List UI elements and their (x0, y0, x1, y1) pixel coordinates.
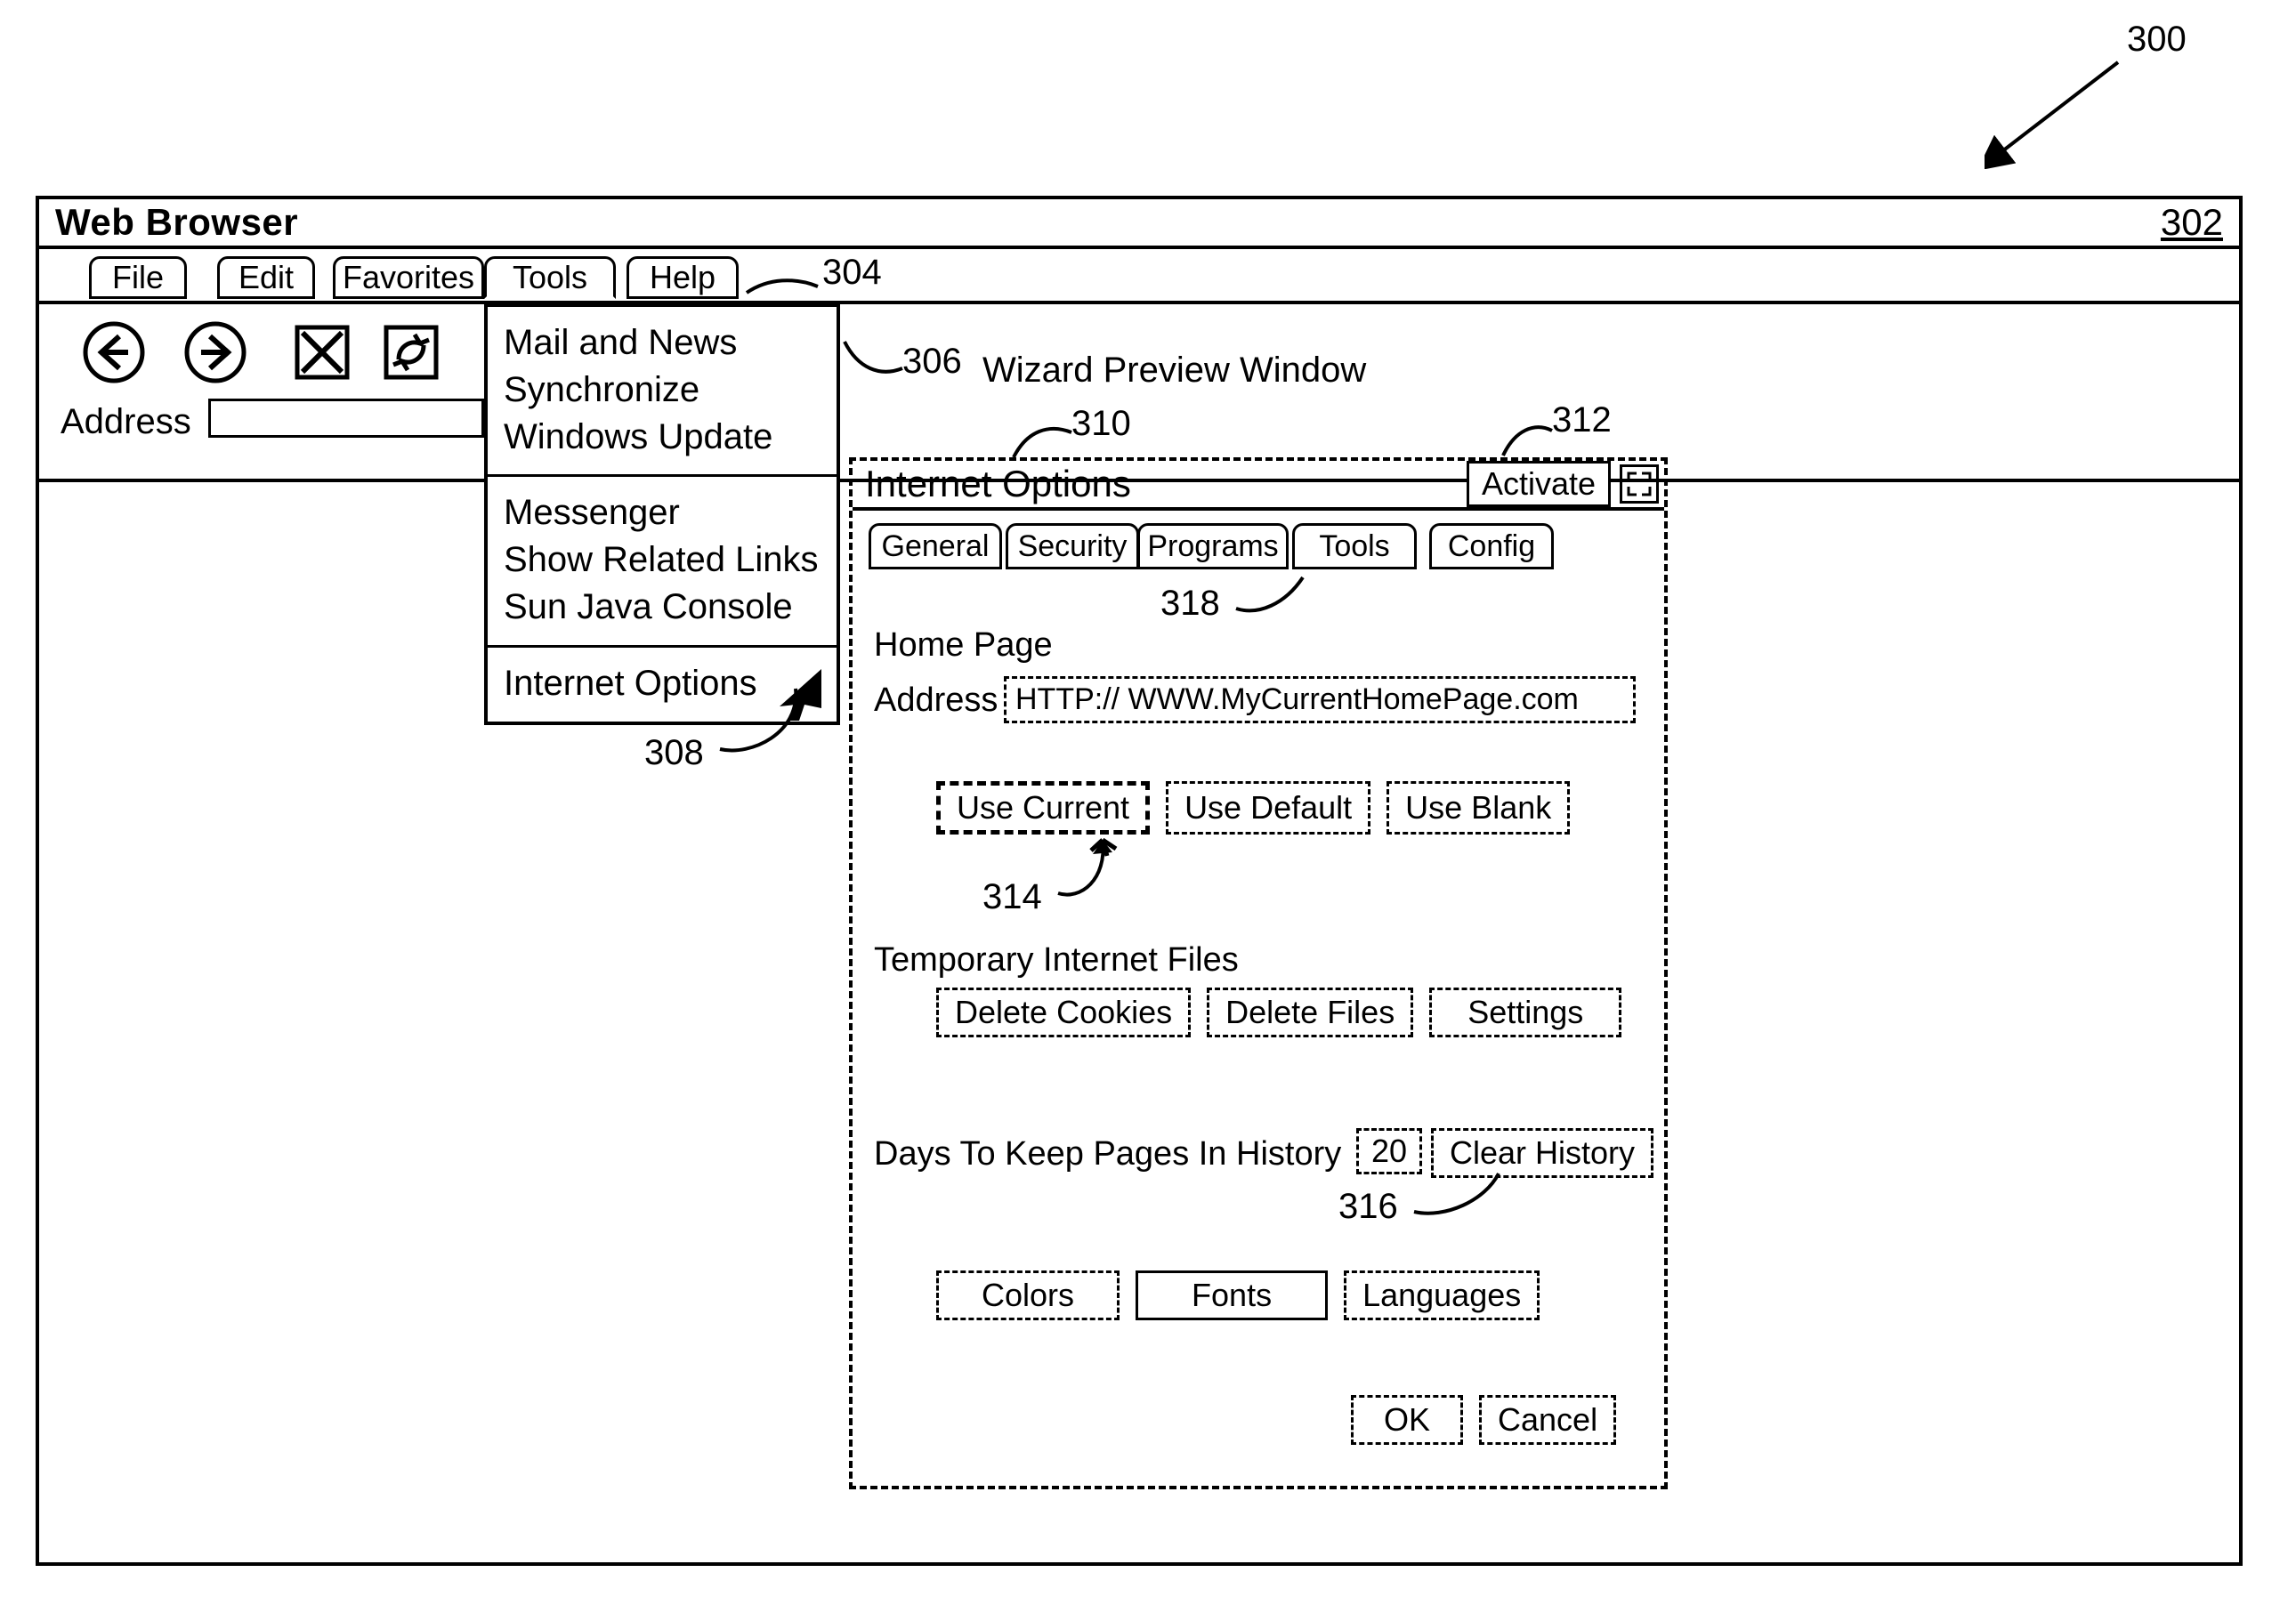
leader-316 (1410, 1169, 1508, 1222)
temp-settings-button[interactable]: Settings (1429, 988, 1621, 1037)
use-blank-button[interactable]: Use Blank (1386, 781, 1570, 835)
callout-308: 308 (644, 733, 704, 773)
use-current-button[interactable]: Use Current (936, 781, 1150, 835)
tab-programs[interactable]: Programs (1137, 523, 1289, 569)
tools-item-related-links[interactable]: Show Related Links (504, 536, 821, 584)
languages-button[interactable]: Languages (1344, 1270, 1540, 1320)
browser-window: Web Browser 302 File Edit Favorites Tool… (36, 196, 2243, 1566)
history-section: Days To Keep Pages In History (874, 1135, 1341, 1173)
tab-config[interactable]: Config (1429, 523, 1554, 569)
tools-item-messenger[interactable]: Messenger (504, 489, 821, 536)
leader-310 (1009, 422, 1080, 466)
stop-icon (290, 320, 354, 384)
expand-button[interactable] (1620, 464, 1659, 504)
fonts-button[interactable]: Fonts (1136, 1270, 1328, 1320)
delete-files-button[interactable]: Delete Files (1207, 988, 1413, 1037)
expand-icon (1626, 471, 1653, 497)
homepage-address-value[interactable]: HTTP:// WWW.MyCurrentHomePage.com (1004, 676, 1636, 723)
callout-300: 300 (2127, 20, 2187, 60)
window-title: Web Browser (55, 201, 298, 244)
delete-cookies-button[interactable]: Delete Cookies (936, 988, 1191, 1037)
tools-item-mail-news[interactable]: Mail and News (504, 319, 821, 367)
title-bar: Web Browser 302 (39, 199, 2239, 249)
history-days-input[interactable]: 20 (1356, 1128, 1422, 1174)
forward-button[interactable] (182, 319, 249, 386)
menu-file[interactable]: File (89, 256, 187, 299)
back-button[interactable] (80, 319, 148, 386)
leader-304 (742, 270, 822, 306)
tab-general[interactable]: General (869, 523, 1002, 569)
address-label: Address (61, 402, 191, 442)
leader-306 (840, 333, 911, 386)
tools-item-java-console[interactable]: Sun Java Console (504, 584, 821, 631)
menu-tools[interactable]: Tools (484, 256, 616, 299)
callout-306: 306 (902, 342, 962, 382)
address-input[interactable] (208, 399, 484, 438)
temp-section: Temporary Internet Files (874, 941, 1239, 980)
colors-button[interactable]: Colors (936, 1270, 1120, 1320)
callout-310: 310 (1071, 404, 1131, 444)
stop-button[interactable] (288, 319, 356, 386)
leader-314 (1054, 831, 1134, 902)
tools-item-windows-update[interactable]: Windows Update (504, 414, 821, 461)
leader-arrow-300 (1985, 53, 2136, 169)
cursor-icon (772, 662, 835, 724)
internet-options-titlebar: Internet Options Activate (853, 461, 1664, 511)
tab-security[interactable]: Security (1006, 523, 1139, 569)
activate-button[interactable]: Activate (1467, 461, 1611, 507)
callout-302: 302 (2161, 201, 2223, 244)
menu-help[interactable]: Help (627, 256, 739, 299)
ok-button[interactable]: OK (1351, 1395, 1463, 1445)
refresh-icon (379, 320, 443, 384)
internet-options-title: Internet Options (865, 463, 1458, 505)
arrow-right-icon (183, 320, 247, 384)
arrow-left-icon (82, 320, 146, 384)
leader-312 (1499, 420, 1561, 464)
callout-312: 312 (1552, 400, 1612, 440)
homepage-section: Home Page (874, 626, 1053, 665)
use-default-button[interactable]: Use Default (1166, 781, 1370, 835)
menu-edit[interactable]: Edit (217, 256, 315, 299)
menu-bar: File Edit Favorites Tools Help (39, 249, 2239, 304)
tools-item-synchronize[interactable]: Synchronize (504, 367, 821, 414)
refresh-button[interactable] (377, 319, 445, 386)
homepage-address-label: Address (874, 681, 998, 720)
menu-favorites[interactable]: Favorites (333, 256, 484, 299)
callout-304: 304 (822, 253, 882, 293)
tab-tools[interactable]: Tools (1292, 523, 1417, 569)
wizard-preview-heading: Wizard Preview Window (982, 351, 1366, 391)
cancel-button[interactable]: Cancel (1479, 1395, 1616, 1445)
leader-318 (1232, 573, 1312, 617)
toolbar: Address (39, 304, 2239, 482)
